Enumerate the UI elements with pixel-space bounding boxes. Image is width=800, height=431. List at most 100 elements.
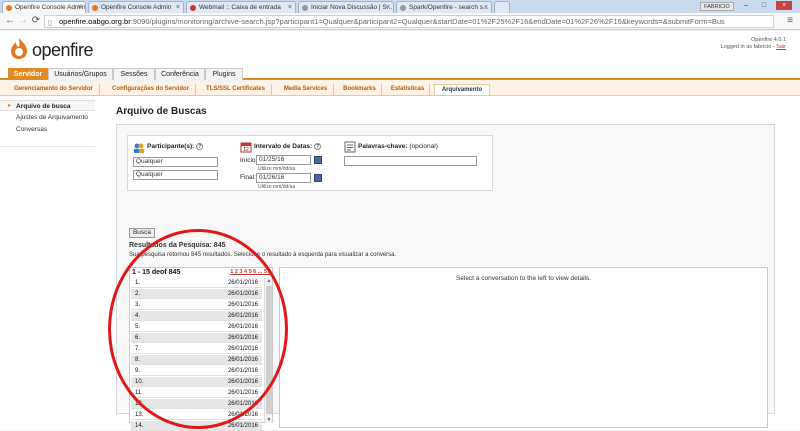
participant2-input[interactable]: Qualquer [133, 170, 218, 180]
result-row[interactable]: 3. 26/01/2016 [131, 300, 262, 310]
result-row[interactable]: 6. 26/01/2016 [131, 333, 262, 343]
result-date: 26/01/2016 [227, 324, 258, 330]
close-tab-icon[interactable]: × [176, 2, 180, 13]
end-date-picker-icon[interactable] [314, 174, 322, 182]
browser-tab-3[interactable]: Webmail :: Caixa de entrada × [186, 1, 296, 13]
results-list: 1 - 15 deof 845 1 2 3 4 5 6 ... 57 1. 26/0… [129, 267, 273, 431]
result-row[interactable]: 11. 26/01/2016 [131, 388, 262, 398]
profile-chip[interactable]: FABRICIO [700, 2, 734, 11]
sidebar-item-conversas[interactable]: Conversas [0, 124, 95, 135]
start-date-input[interactable]: 01/25/16 [256, 155, 311, 165]
result-number: 6. [135, 335, 141, 341]
tab-usuarios-grupos[interactable]: Usuários/Grupos [48, 68, 113, 80]
result-row[interactable]: 2. 26/01/2016 [131, 289, 262, 299]
keywords-icon [344, 141, 356, 153]
search-panel: Participante(s):? Qualquer Qualquer 12 I… [116, 124, 775, 431]
subtab-media-services[interactable]: Media Services [278, 84, 334, 95]
sidebar-item-ajustes[interactable]: Ajustes de Arquivamento [0, 112, 95, 123]
openfire-logo-icon [11, 38, 27, 59]
result-row[interactable]: 1. 26/01/2016 [131, 278, 262, 288]
minimize-icon[interactable]: – [738, 1, 754, 10]
keywords-label: Palavras-chave: (opcional) [358, 143, 438, 150]
reload-icon[interactable]: ⟳ [29, 14, 43, 28]
tab-servidor[interactable]: Servidor [8, 68, 48, 80]
search-criteria-box: Participante(s):? Qualquer Qualquer 12 I… [127, 135, 493, 191]
calendar-icon: 12 [240, 142, 252, 153]
result-number: 3. [135, 302, 141, 308]
result-number: 11. [135, 390, 143, 396]
scroll-thumb[interactable] [266, 286, 272, 414]
tab-label: Spark/Openfire - search s... [409, 4, 489, 11]
result-number: 1. [135, 280, 141, 286]
close-tab-icon[interactable]: × [386, 2, 390, 13]
pagination-links[interactable]: 1 2 3 4 5 6 ... 57 [230, 268, 270, 277]
logo-text: openfire [32, 40, 94, 60]
start-date-label: Início: [240, 157, 258, 164]
page-favicon-icon [400, 5, 406, 11]
result-row[interactable]: 4. 26/01/2016 [131, 311, 262, 321]
scroll-up-icon[interactable]: ▲ [265, 278, 273, 284]
help-icon[interactable]: ? [196, 143, 204, 150]
maximize-icon[interactable]: □ [756, 1, 772, 10]
result-number: 9. [135, 368, 141, 374]
tab-sessoes[interactable]: Sessões [113, 68, 155, 80]
close-tab-icon[interactable]: × [484, 2, 488, 13]
keywords-input[interactable] [344, 156, 477, 166]
participant1-input[interactable]: Qualquer [133, 157, 218, 167]
tab-label: Openfire Console Admin [15, 4, 86, 11]
sub-nav: Gerenciamento do Servidor Configurações … [0, 82, 800, 96]
webmail-favicon-icon [190, 5, 196, 11]
new-tab-button[interactable] [494, 1, 510, 13]
openfire-header: openfire Openfire 4.0.1 Logged in as fab… [0, 31, 800, 68]
results-description: Sua pesquisa retornou 845 resultados. Se… [129, 252, 397, 258]
main-nav: Servidor Usuários/Grupos Sessões Conferê… [0, 68, 800, 80]
tab-label: Webmail :: Caixa de entrada [199, 4, 281, 11]
forward-arrow-icon[interactable]: → [16, 14, 30, 28]
tab-plugins[interactable]: Plugins [205, 68, 243, 80]
result-date: 26/01/2016 [227, 357, 258, 363]
url-path: :9090/plugins/monitoring/archive-search.… [130, 17, 725, 26]
browser-tab-4[interactable]: Iniciar Nova Discussão | S... × [298, 1, 394, 13]
help-icon[interactable]: ? [314, 143, 322, 150]
date-range-label: Intervalo de Datas:? [254, 143, 322, 150]
date-format-hint: Utilize mm/dd/aa [258, 184, 296, 190]
sidebar-item-arquivo-de-busca[interactable]: Arquivo de busca [0, 100, 95, 112]
start-date-picker-icon[interactable] [314, 156, 322, 164]
subtab-arquivamento[interactable]: Arquivamento [434, 84, 490, 95]
result-date: 26/01/2016 [227, 368, 258, 374]
browser-tab-5[interactable]: Spark/Openfire - search s... × [396, 1, 492, 13]
result-row[interactable]: 5. 26/01/2016 [131, 322, 262, 332]
subtab-bookmarks[interactable]: Bookmarks [338, 84, 382, 95]
back-arrow-icon[interactable]: ← [3, 14, 17, 28]
tab-conferencia[interactable]: Conferência [155, 68, 205, 80]
subtab-estatisticas[interactable]: Estatísticas [386, 84, 430, 95]
scroll-down-icon[interactable]: ▼ [265, 417, 273, 423]
result-row[interactable]: 7. 26/01/2016 [131, 344, 262, 354]
result-number: 2. [135, 291, 141, 297]
subtab-tls-ssl[interactable]: TLS/SSL Certificates [200, 84, 272, 95]
results-title: Resultados da Pesquisa: 845 [129, 242, 226, 249]
result-row[interactable]: 8. 26/01/2016 [131, 355, 262, 365]
page-info-icon: ▯ [48, 20, 52, 27]
browser-tab-1[interactable]: Openfire Console Admin × [2, 1, 86, 13]
results-scrollbar[interactable]: ▲ ▼ [264, 278, 272, 423]
close-tab-icon[interactable]: × [78, 2, 82, 13]
address-bar[interactable]: ▯ openfire.oabgo.org.br:9090/plugins/moni… [44, 15, 774, 28]
result-row[interactable]: 10. 26/01/2016 [131, 377, 262, 387]
participants-label: Participante(s):? [147, 143, 204, 150]
result-row[interactable]: 12. 26/01/2016 [131, 399, 262, 409]
detail-placeholder: Select a conversation to the left to vie… [455, 275, 592, 282]
result-number: 12. [135, 401, 144, 407]
close-window-icon[interactable]: × [776, 1, 792, 10]
logout-link[interactable]: Sair [776, 44, 786, 50]
result-row[interactable]: 9. 26/01/2016 [131, 366, 262, 376]
result-row[interactable]: 13. 26/01/2016 [131, 410, 262, 420]
browser-menu-icon[interactable]: ≡ [784, 15, 796, 27]
search-button[interactable]: Busca [129, 228, 155, 238]
browser-tab-2[interactable]: Openfire Console Admin × [88, 1, 184, 13]
result-number: 10. [135, 379, 144, 385]
end-date-input[interactable]: 01/26/16 [256, 173, 311, 183]
subtab-gerenciamento[interactable]: Gerenciamento do Servidor [8, 84, 100, 95]
subtab-configuracoes[interactable]: Configurações do Servidor [106, 84, 196, 95]
close-tab-icon[interactable]: × [288, 2, 292, 13]
